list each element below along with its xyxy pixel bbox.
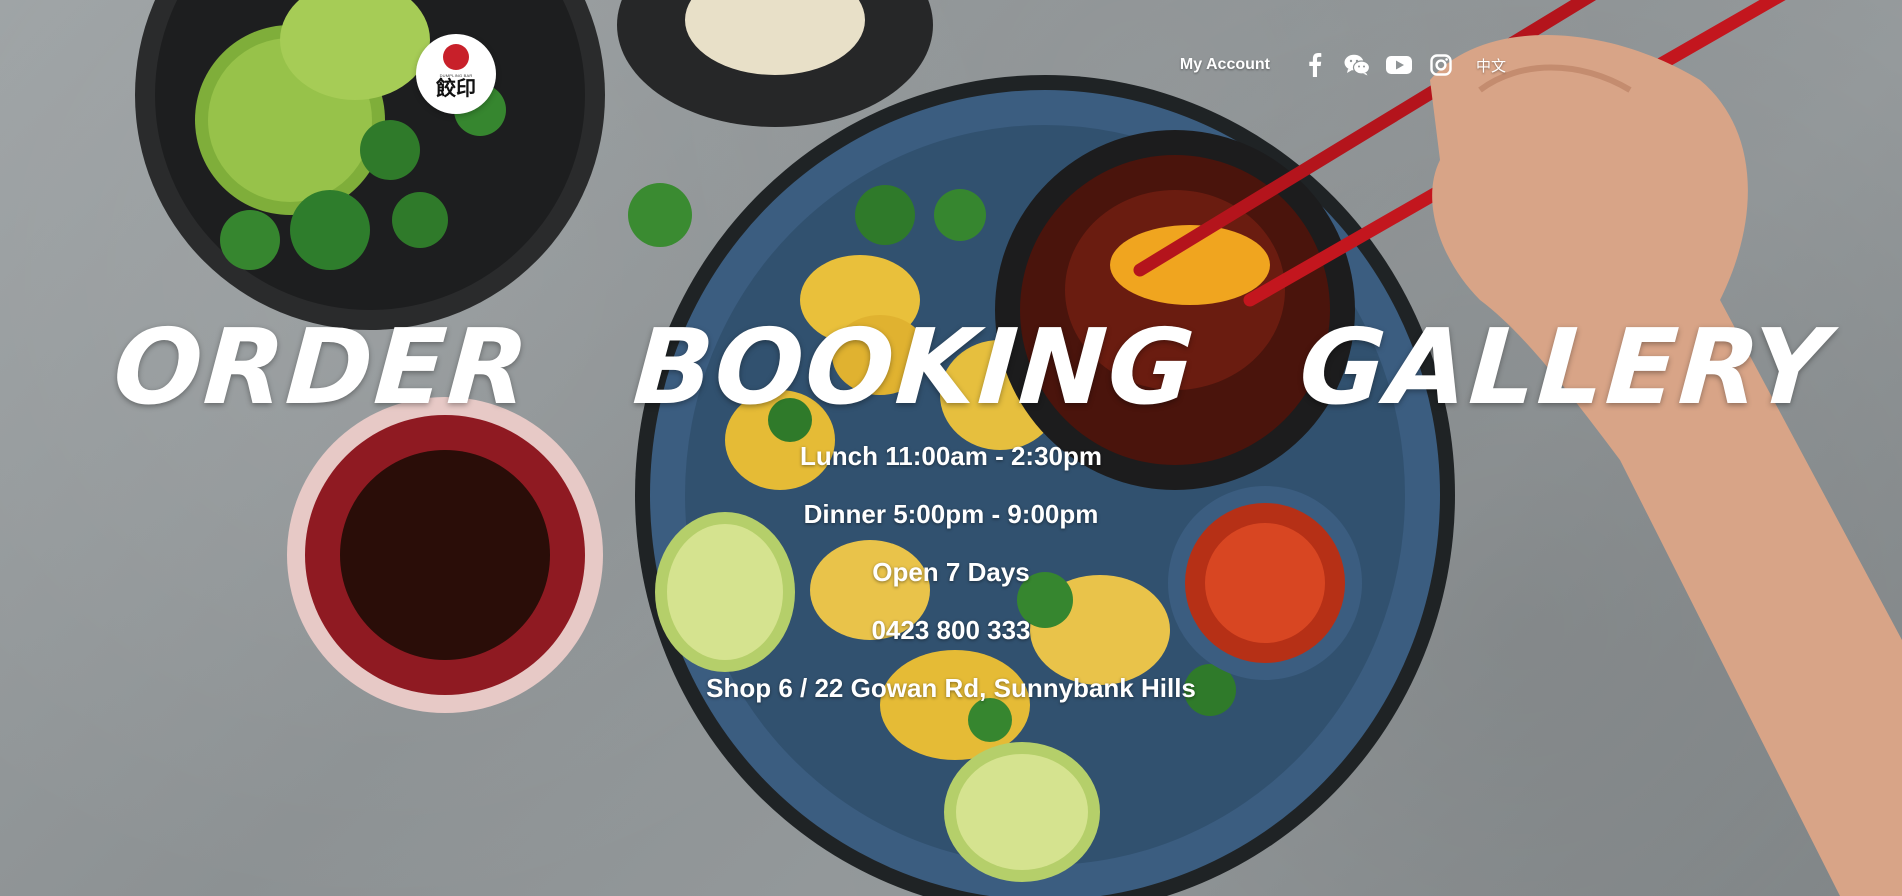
- instagram-icon[interactable]: [1428, 52, 1454, 78]
- menu-booking-link[interactable]: BOOKING: [630, 306, 1200, 428]
- wechat-icon[interactable]: [1344, 52, 1370, 78]
- logo-wordmark: 餃印: [436, 76, 476, 100]
- logo-mark-icon: [443, 44, 469, 70]
- sesame-bowl-graphic: [617, 0, 933, 127]
- language-switch-link[interactable]: 中文: [1476, 55, 1506, 76]
- dinner-hours: Dinner 5:00pm - 9:00pm: [803, 499, 1099, 529]
- herb-bowl-graphic: [135, 0, 692, 330]
- brand-logo[interactable]: DUMPLING BAR 餃印: [416, 34, 496, 114]
- top-navigation: My Account 中文: [1180, 50, 1506, 80]
- menu-order-link[interactable]: ORDER: [110, 306, 534, 428]
- menu-gallery-link[interactable]: GALLERY: [1296, 306, 1834, 428]
- address: Shop 6 / 22 Gowan Rd, Sunnybank Hills: [706, 673, 1196, 703]
- lunch-hours: Lunch 11:00am - 2:30pm: [800, 441, 1102, 471]
- main-menu: ORDER BOOKING GALLERY: [0, 306, 1902, 428]
- my-account-link[interactable]: My Account: [1180, 56, 1270, 74]
- phone-number: 0423 800 333: [871, 615, 1031, 645]
- restaurant-info: Lunch 11:00am - 2:30pm Dinner 5:00pm - 9…: [0, 438, 1902, 728]
- facebook-icon[interactable]: [1302, 52, 1328, 78]
- youtube-icon[interactable]: [1385, 52, 1412, 78]
- open-days: Open 7 Days: [872, 557, 1030, 587]
